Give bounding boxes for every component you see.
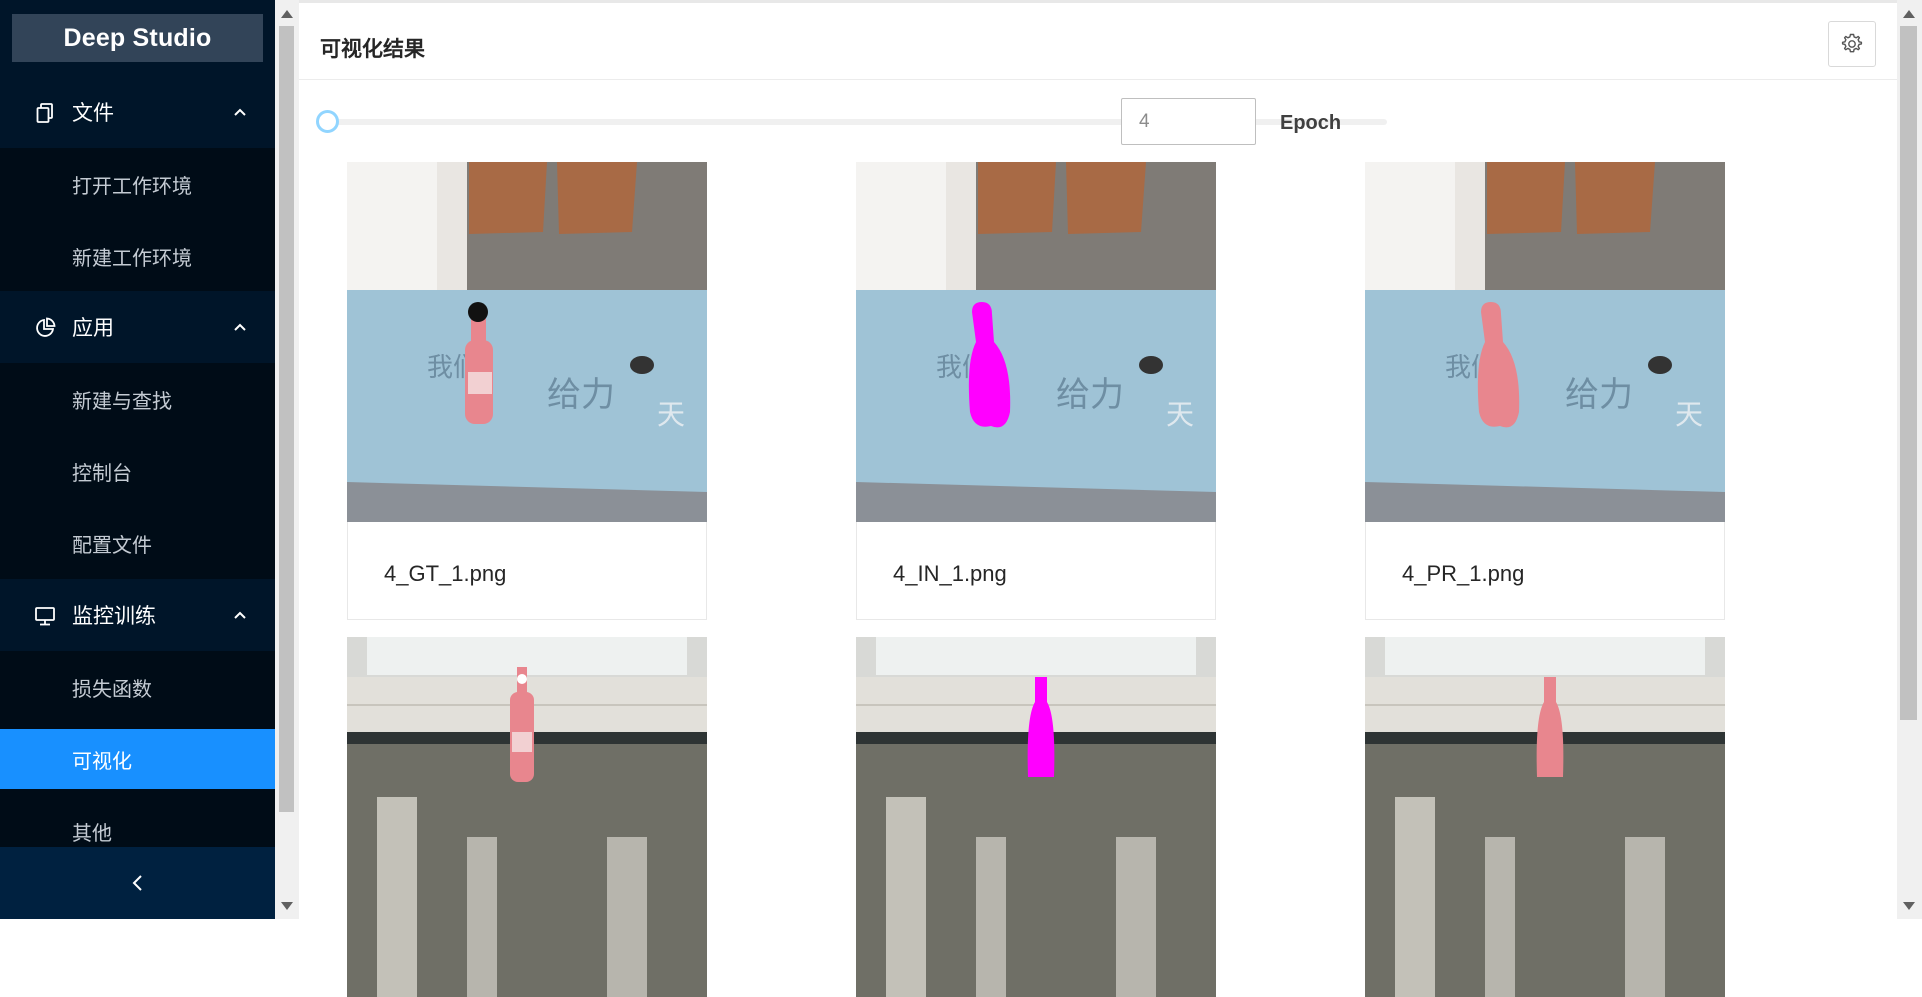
page-title: 可视化结果 [320, 38, 425, 61]
image-card-pr-2[interactable] [1365, 637, 1725, 997]
menu-item-loss-function[interactable]: 损失函数 [0, 657, 275, 717]
chevron-up-icon [234, 108, 246, 116]
scroll-down-arrow-icon[interactable] [1903, 902, 1915, 910]
image-card-gt[interactable]: 我们 给力 天 4_GT_1.png [347, 162, 707, 620]
svg-text:给力: 给力 [547, 375, 615, 415]
menu-group-label: 监控训练 [72, 605, 156, 628]
scroll-up-arrow-icon[interactable] [281, 10, 293, 18]
image-pr-photo: 我们 给力 天 [1365, 162, 1725, 522]
menu-item-new-workspace[interactable]: 新建工作环境 [0, 226, 275, 286]
scroll-down-arrow-icon[interactable] [281, 902, 293, 910]
menu-group-label: 文件 [72, 102, 114, 125]
menu-item-visualization[interactable]: 可视化 [0, 729, 275, 789]
pie-chart-icon [36, 317, 56, 337]
chevron-left-icon [132, 875, 142, 891]
svg-text:给力: 给力 [1056, 375, 1124, 415]
image-card-in-2[interactable] [856, 637, 1216, 997]
image-card-gt-2[interactable] [347, 637, 707, 997]
svg-text:天: 天 [1166, 398, 1194, 431]
epoch-label: Epoch [1280, 112, 1342, 134]
menu-item-console[interactable]: 控制台 [0, 441, 275, 501]
image-caption: 4_PR_1.png [1402, 561, 1525, 586]
file-copy-icon [36, 103, 53, 123]
image-gt-2-photo [347, 637, 707, 997]
scroll-up-arrow-icon[interactable] [1903, 10, 1915, 18]
settings-button[interactable] [1828, 21, 1876, 67]
menu-item-open-workspace[interactable]: 打开工作环境 [0, 154, 275, 214]
chevron-up-icon [234, 323, 246, 331]
menu-group-label: 应用 [72, 317, 114, 340]
menu-group-app[interactable]: 应用 [0, 291, 275, 363]
menu-item-new-and-search[interactable]: 新建与查找 [0, 369, 275, 429]
sidebar-scrollbar[interactable] [275, 0, 299, 919]
chevron-up-icon [234, 611, 246, 619]
submenu-app: 新建与查找 控制台 配置文件 [0, 363, 275, 579]
menu-group-file[interactable]: 文件 [0, 76, 275, 148]
image-caption: 4_GT_1.png [384, 561, 507, 586]
image-in-photo: 我们 给力 天 [856, 162, 1216, 522]
menu-group-monitor-training[interactable]: 监控训练 [0, 579, 275, 651]
sidebar-collapse-button[interactable] [0, 847, 275, 919]
sidebar: Deep Studio 文件 打开工作环境 新建工作环境 应用 新建与查找 控制… [0, 0, 275, 919]
svg-text:天: 天 [1675, 398, 1703, 431]
card-header: 可视化结果 [299, 6, 1897, 80]
epoch-slider-handle[interactable] [316, 110, 339, 133]
gear-icon [1841, 33, 1863, 53]
submenu-file: 打开工作环境 新建工作环境 [0, 148, 275, 291]
submenu-monitor-training: 损失函数 可视化 其他 [0, 651, 275, 847]
app-logo: Deep Studio [12, 14, 263, 62]
scrollbar-thumb[interactable] [279, 26, 294, 812]
image-caption: 4_IN_1.png [893, 561, 1007, 586]
content-scrollbar[interactable] [1897, 0, 1922, 919]
scrollbar-thumb[interactable] [1900, 26, 1917, 720]
image-pr-2-photo [1365, 637, 1725, 997]
svg-text:天: 天 [657, 398, 685, 431]
monitor-icon [35, 607, 55, 626]
image-in-2-photo [856, 637, 1216, 997]
image-card-pr[interactable]: 我们 给力 天 4_PR_1.png [1365, 162, 1725, 620]
svg-text:给力: 给力 [1565, 375, 1633, 415]
image-gt-photo: 我们 给力 天 [347, 162, 707, 522]
main-panel: 可视化结果 Epoch 我们 给力 天 [299, 0, 1897, 997]
menu-item-config-file[interactable]: 配置文件 [0, 513, 275, 573]
image-card-in[interactable]: 我们 给力 天 4_IN_1.png [856, 162, 1216, 620]
epoch-input[interactable] [1121, 98, 1256, 145]
